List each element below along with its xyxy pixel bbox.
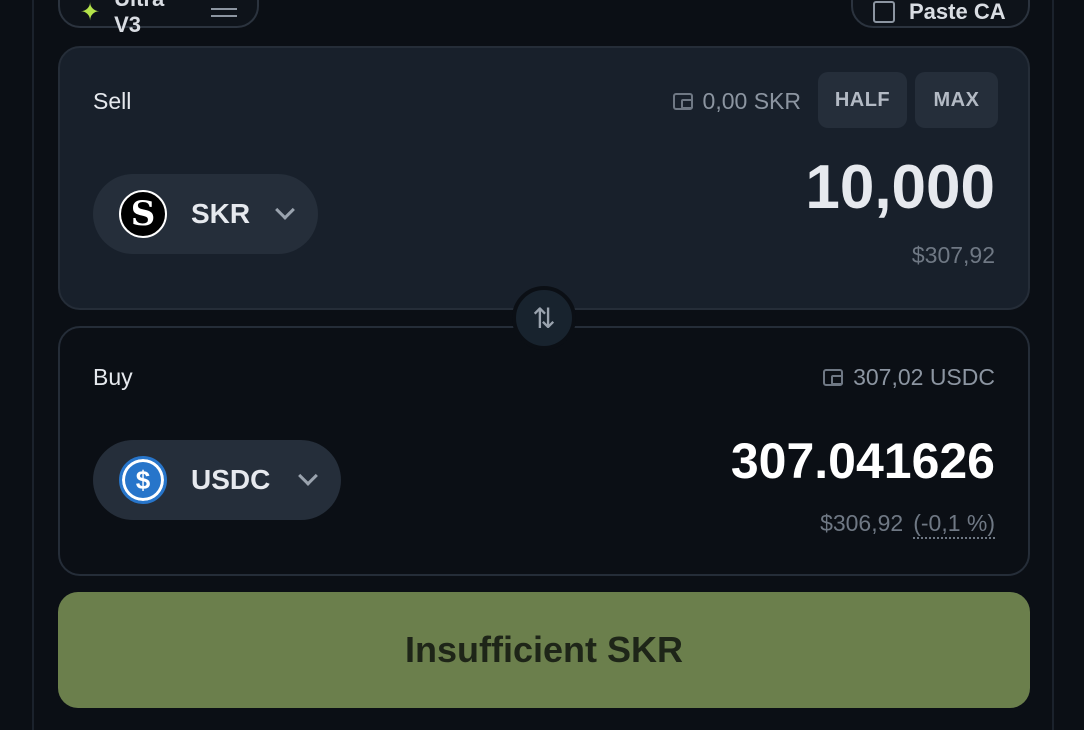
sell-usd-value: $307,92 bbox=[911, 242, 995, 268]
sell-label: Sell bbox=[93, 88, 132, 114]
buy-balance-value: 307,02 USDC bbox=[853, 364, 995, 390]
buy-usd-value: $306,92 bbox=[820, 510, 904, 536]
sell-token-selector[interactable]: S SKR bbox=[93, 174, 318, 254]
swap-direction-button[interactable]: ⇅ bbox=[512, 286, 576, 350]
sell-balance-value: 0,00 SKR bbox=[702, 88, 801, 114]
paste-ca-button[interactable]: Paste CA bbox=[851, 0, 1030, 28]
buy-card: Buy 307,02 USDC $ USDC 307.041626 $306,9… bbox=[58, 326, 1030, 576]
clipboard-icon bbox=[873, 1, 895, 23]
sell-token-symbol: SKR bbox=[191, 198, 251, 229]
chevron-down-icon bbox=[298, 466, 318, 486]
routing-mode-chip[interactable]: ✦ Ultra V3 bbox=[58, 0, 259, 37]
sell-card: Sell 0,00 SKR HALF MAX S SKR 10,000 $307… bbox=[58, 46, 1030, 310]
half-button[interactable]: HALF bbox=[818, 72, 907, 128]
buy-token-selector[interactable]: $ USDC bbox=[93, 440, 341, 520]
buy-token-symbol: USDC bbox=[191, 464, 271, 495]
sparkle-icon: ✦ bbox=[80, 0, 101, 26]
max-button[interactable]: MAX bbox=[915, 72, 998, 128]
swap-arrows-icon: ⇅ bbox=[532, 302, 556, 334]
buy-balance: 307,02 USDC bbox=[823, 364, 995, 391]
wallet-icon bbox=[823, 369, 844, 386]
price-impact[interactable]: (-0,1 %) bbox=[913, 510, 995, 539]
buy-amount-output: 307.041626 bbox=[730, 433, 995, 489]
routing-mode-label: Ultra V3 bbox=[114, 0, 164, 37]
paste-ca-label: Paste CA bbox=[909, 0, 1006, 24]
insufficient-balance-button[interactable]: Insufficient SKR bbox=[58, 592, 1030, 708]
buy-usd-value-row: $306,92 (-0,1 %) bbox=[820, 510, 995, 539]
sell-amount-input[interactable]: 10,000 bbox=[805, 152, 995, 223]
wallet-icon bbox=[672, 93, 693, 110]
chevron-down-icon bbox=[275, 200, 295, 220]
buy-label: Buy bbox=[93, 364, 133, 390]
sell-balance: 0,00 SKR bbox=[672, 88, 801, 115]
usdc-token-icon: $ bbox=[119, 456, 167, 504]
skr-token-icon: S bbox=[119, 190, 167, 238]
settings-sliders-icon[interactable] bbox=[211, 4, 237, 20]
